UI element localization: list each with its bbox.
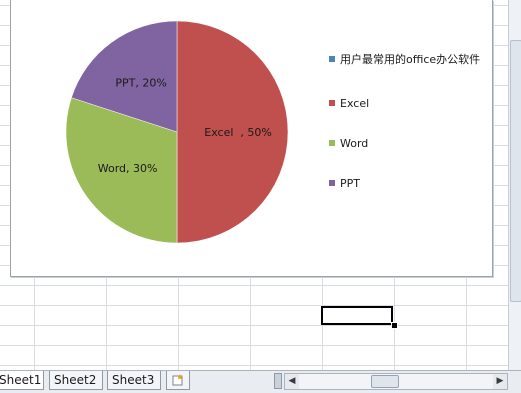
data-label-excel: Excel , 50%	[204, 126, 272, 139]
vertical-scroll-thumb[interactable]	[510, 40, 521, 302]
selected-cell[interactable]	[321, 306, 393, 325]
scrollbar-corner	[509, 373, 521, 390]
legend-label: PPT	[340, 177, 360, 190]
legend-swatch	[329, 180, 335, 186]
tab-split-handle[interactable]	[274, 373, 282, 389]
scroll-right-icon[interactable]: ▶	[493, 374, 507, 389]
insert-sheet-icon	[172, 374, 183, 386]
legend-item[interactable]: 用户最常用的office办公软件	[329, 52, 490, 67]
scroll-left-icon[interactable]: ◀	[285, 374, 299, 389]
legend-swatch	[329, 140, 335, 146]
insert-sheet-button[interactable]	[166, 371, 190, 390]
legend-item[interactable]: PPT	[329, 176, 490, 191]
sheet-tab-bar: Sheet1 Sheet2 Sheet3 ◀ ▶	[0, 370, 521, 393]
legend-swatch	[329, 100, 335, 106]
legend-label: 用户最常用的office办公软件	[340, 53, 481, 66]
vertical-scrollbar[interactable]	[508, 0, 521, 370]
legend-swatch	[329, 56, 335, 62]
data-label-ppt: PPT, 20%	[115, 77, 166, 90]
tab-sheet2[interactable]: Sheet2	[49, 371, 103, 390]
data-label-word: Word, 30%	[98, 162, 158, 175]
horizontal-scrollbar[interactable]: ◀ ▶	[284, 373, 508, 390]
tab-sheet3[interactable]: Sheet3	[107, 371, 161, 390]
legend-label: Word	[340, 137, 369, 150]
pie-chart[interactable]: Excel , 50% Word, 30% PPT, 20% 用户最常用的offic…	[10, 0, 493, 277]
legend-item[interactable]: Word	[329, 136, 490, 151]
fill-handle[interactable]	[391, 322, 398, 329]
legend-item[interactable]: Excel	[329, 96, 490, 111]
tab-sheet1[interactable]: Sheet1	[0, 371, 44, 390]
horizontal-scroll-thumb[interactable]	[371, 375, 399, 388]
legend-label: Excel	[340, 97, 370, 110]
